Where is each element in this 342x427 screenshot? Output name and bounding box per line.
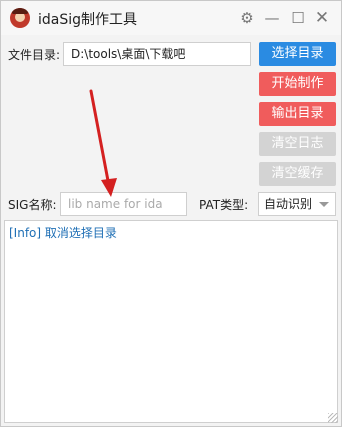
arrow-head xyxy=(101,178,117,197)
arrow-shaft xyxy=(89,89,111,188)
annotation-arrow xyxy=(89,89,117,197)
